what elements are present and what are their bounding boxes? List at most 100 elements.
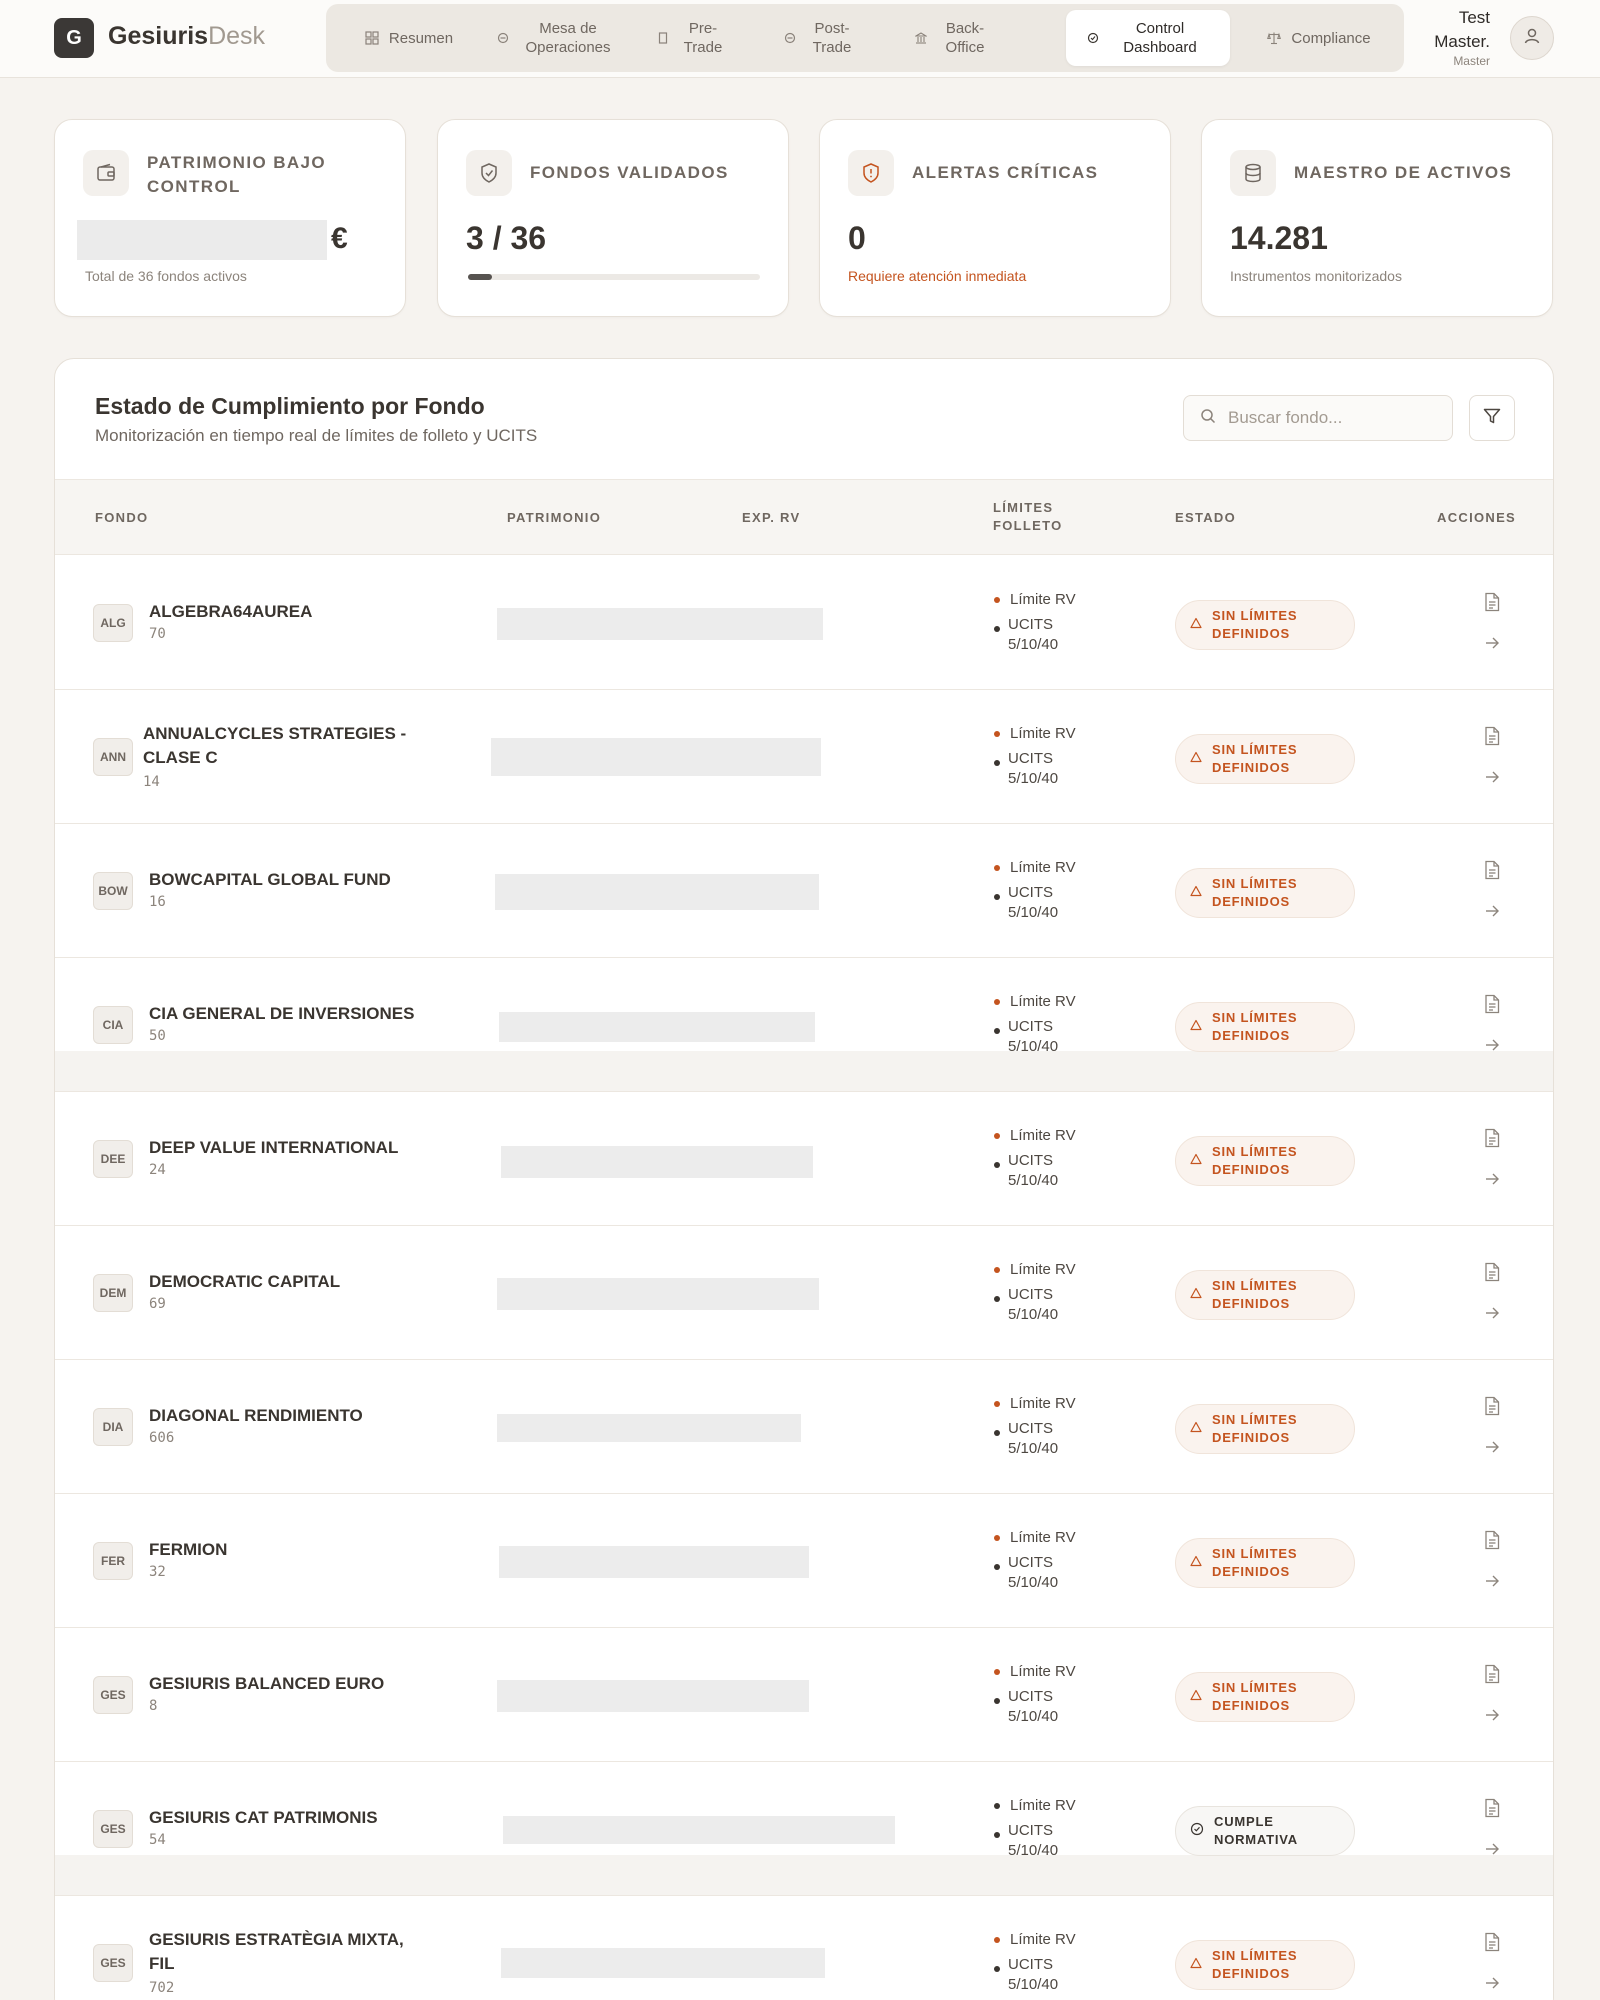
document-icon[interactable] — [1483, 860, 1501, 885]
nav-item-control-dashboard[interactable]: Control Dashboard — [1066, 10, 1230, 66]
app-logo-text[interactable]: GesiurisDesk — [108, 22, 265, 51]
nav-item-compliance[interactable]: Compliance — [1246, 10, 1392, 66]
fund-name[interactable]: ALGEBRA64AUREA — [149, 600, 312, 624]
filter-button[interactable] — [1469, 395, 1515, 441]
status-badge: SIN LÍMITES DEFINIDOS — [1175, 1002, 1355, 1052]
document-icon[interactable] — [1483, 1530, 1501, 1555]
limit-dot — [994, 731, 1000, 737]
table-row[interactable]: DIA DIAGONAL RENDIMIENTO 606 Límite RV UC… — [55, 1360, 1553, 1494]
limits-info: Límite RV UCITS 5/10/40 — [992, 1930, 1076, 1995]
nav-label: Control Dashboard — [1123, 20, 1197, 56]
table-row[interactable]: DEE DEEP VALUE INTERNATIONAL 24 Límite R… — [55, 1092, 1553, 1226]
masked-patrimonio — [503, 1816, 895, 1844]
document-icon[interactable] — [1483, 726, 1501, 751]
kpi-card-maestro-activos: MAESTRO DE ACTIVOS 14.281 Instrumentos m… — [1201, 119, 1553, 317]
document-icon[interactable] — [1483, 1396, 1501, 1421]
fund-id: 69 — [149, 1296, 166, 1312]
table-row[interactable]: ALG ALGEBRA64AUREA 70 Límite RV UCITS 5/10… — [55, 556, 1553, 690]
table-header: FONDO PATRIMONIO EXP. RV LÍMITES FOLLETO… — [55, 479, 1553, 555]
fund-name[interactable]: BOWCAPITAL GLOBAL FUND — [149, 868, 391, 892]
fund-code-badge: GES — [93, 1810, 133, 1848]
nav-item-resumen[interactable]: Resumen — [336, 10, 482, 66]
arrow-right-icon[interactable] — [1483, 902, 1501, 925]
doc-icon — [656, 31, 670, 45]
search-box[interactable] — [1183, 395, 1453, 441]
kpi-card-fondos-validados: FONDOS VALIDADOS 3 / 36 — [437, 119, 789, 317]
check-circle-icon — [1190, 1822, 1204, 1841]
user-info[interactable]: Test Master. Master — [1410, 6, 1490, 68]
fund-name[interactable]: GESIURIS BALANCED EURO — [149, 1672, 384, 1696]
fund-name[interactable]: ANNUALCYCLES STRATEGIES - CLASE C — [143, 722, 406, 770]
nav-item-pre-trade[interactable]: Pre-Trade — [636, 10, 746, 66]
limit-dot — [994, 760, 1000, 766]
col-estado[interactable]: ESTADO — [1175, 509, 1236, 527]
fund-id: 54 — [149, 1832, 166, 1848]
arrow-right-icon[interactable] — [1483, 768, 1501, 791]
arrow-right-icon[interactable] — [1483, 1304, 1501, 1327]
col-limites-folleto[interactable]: LÍMITES FOLLETO — [993, 499, 1063, 535]
nav-item-mesa-operaciones[interactable]: Mesa de Operaciones — [486, 10, 626, 66]
arrow-right-icon[interactable] — [1483, 634, 1501, 657]
document-icon[interactable] — [1483, 1664, 1501, 1689]
col-acciones: ACCIONES — [1437, 510, 1517, 525]
nav-item-post-trade[interactable]: Post-Trade — [762, 10, 878, 66]
kpi-title: ALERTAS CRÍTICAS — [912, 163, 1099, 182]
fund-id: 24 — [149, 1162, 166, 1178]
nav-item-back-office[interactable]: Back-Office — [892, 10, 1014, 66]
user-name: Test Master. — [1434, 8, 1490, 51]
fund-code-badge: GES — [93, 1676, 133, 1714]
table-row[interactable]: BOW BOWCAPITAL GLOBAL FUND 16 Límite RV U… — [55, 824, 1553, 958]
status-badge: CUMPLE NORMATIVA — [1175, 1806, 1355, 1856]
col-fondo[interactable]: FONDO — [95, 509, 148, 527]
document-icon[interactable] — [1483, 1798, 1501, 1823]
fund-name[interactable]: GESIURIS ESTRATÈGIA MIXTA, FIL — [149, 1928, 404, 1976]
fund-name[interactable]: FERMION — [149, 1538, 227, 1562]
nav-label: Compliance — [1291, 29, 1371, 47]
fund-name[interactable]: CIA GENERAL DE INVERSIONES — [149, 1002, 414, 1026]
masked-patrimonio — [497, 1414, 801, 1442]
fund-name[interactable]: DEMOCRATIC CAPITAL — [149, 1270, 340, 1294]
fund-id: 702 — [149, 1980, 175, 1996]
circle-icon — [496, 31, 510, 45]
arrow-right-icon[interactable] — [1483, 1974, 1501, 1997]
arrow-right-icon[interactable] — [1483, 1438, 1501, 1461]
document-icon[interactable] — [1483, 1932, 1501, 1957]
fund-name[interactable]: DIAGONAL RENDIMIENTO — [149, 1404, 363, 1428]
fund-name[interactable]: GESIURIS CAT PATRIMONIS — [149, 1806, 378, 1830]
limit-dot — [994, 597, 1000, 603]
masked-patrimonio — [497, 1278, 819, 1310]
logo-mark[interactable]: G — [54, 18, 94, 58]
table-row[interactable]: CIA CIA GENERAL DE INVERSIONES 50 Límite… — [55, 958, 1553, 1092]
avatar[interactable] — [1510, 16, 1554, 60]
arrow-right-icon[interactable] — [1483, 1840, 1501, 1863]
document-icon[interactable] — [1483, 994, 1501, 1019]
table-row[interactable]: FER FERMION 32 Límite RV UCITS 5/10/40 SIN… — [55, 1494, 1553, 1628]
arrow-right-icon[interactable] — [1483, 1572, 1501, 1595]
kpi-subtext: Total de 36 fondos activos — [85, 268, 247, 284]
warning-icon — [1190, 1956, 1202, 1974]
fund-code-badge: GES — [93, 1944, 133, 1982]
limit-dot — [994, 1669, 1000, 1675]
table-row[interactable]: ANN ANNUALCYCLES STRATEGIES - CLASE C 14 … — [55, 690, 1553, 824]
limit-dot — [994, 894, 1000, 900]
arrow-right-icon[interactable] — [1483, 1036, 1501, 1059]
arrow-right-icon[interactable] — [1483, 1170, 1501, 1193]
table-row[interactable]: DEM DEMOCRATIC CAPITAL 69 Límite RV UCITS… — [55, 1226, 1553, 1360]
table-row[interactable]: GES GESIURIS BALANCED EURO 8 Límite RV UC… — [55, 1628, 1553, 1762]
fund-name[interactable]: DEEP VALUE INTERNATIONAL — [149, 1136, 398, 1160]
document-icon[interactable] — [1483, 1262, 1501, 1287]
search-icon — [1200, 408, 1216, 429]
table-row[interactable]: GES GESIURIS ESTRATÈGIA MIXTA, FIL 702 Lí… — [55, 1896, 1553, 2000]
col-patrimonio[interactable]: PATRIMONIO — [507, 509, 601, 527]
circle-icon — [783, 31, 797, 45]
table-row[interactable]: GES GESIURIS CAT PATRIMONIS 54 Límite RV… — [55, 1762, 1553, 1896]
arrow-right-icon[interactable] — [1483, 1706, 1501, 1729]
document-icon[interactable] — [1483, 1128, 1501, 1153]
limits-info: Límite RV UCITS 5/10/40 — [992, 724, 1076, 789]
nav-label: Pre-Trade — [683, 20, 723, 56]
document-icon[interactable] — [1483, 592, 1501, 617]
limit-dot — [994, 1564, 1000, 1570]
col-exp-rv[interactable]: EXP. RV — [742, 509, 801, 527]
search-input[interactable] — [1228, 408, 1428, 428]
status-badge: SIN LÍMITES DEFINIDOS — [1175, 1538, 1355, 1588]
